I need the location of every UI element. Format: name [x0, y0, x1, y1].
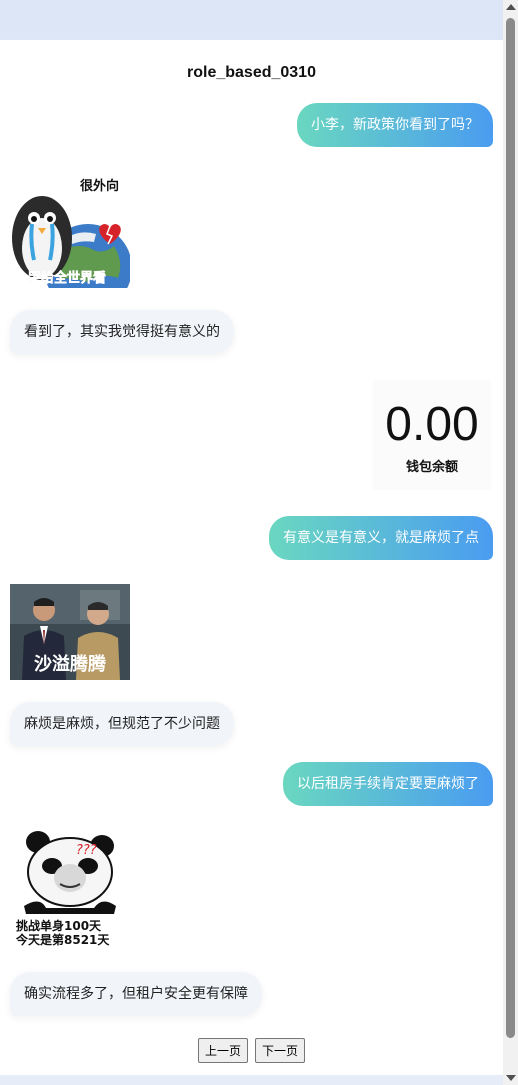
sticker-line-1: 挑战单身100天 [16, 918, 102, 933]
scroll-down-arrow-icon[interactable] [506, 1075, 516, 1081]
message-bubble-left: 麻烦是麻烦，但规范了不少问题 [10, 702, 234, 746]
message-bubble-right: 有意义是有意义，就是麻烦了点 [269, 516, 493, 560]
pagination: 上一页 下一页 [0, 1038, 503, 1063]
wallet-amount: 0.00 [385, 398, 479, 451]
message-bubble-right: 小李，新政策你看到了吗？ [297, 103, 493, 147]
prev-page-button[interactable]: 上一页 [197, 1038, 248, 1063]
scroll-up-arrow-icon[interactable] [506, 4, 516, 10]
sticker-caption-top: 很外向 [80, 178, 119, 194]
sticker-line-2: 今天是第8521天 [15, 932, 110, 946]
wallet-balance-card: 0.00 钱包余额 [373, 380, 491, 490]
message-bubble-left: 看到了，其实我觉得挺有意义的 [10, 310, 234, 354]
sticker-crying-penguin: 很外向 哭给全世界看 [10, 176, 130, 288]
chat-page: role_based_0310 小李，新政策你看到了吗？ 很外向 哭给全世界看 [0, 40, 503, 1075]
penguin-sticker-image: 很外向 哭给全世界看 [10, 176, 130, 288]
message-bubble-left: 确实流程多了，但租户安全更有保障 [10, 972, 262, 1016]
vertical-scrollbar[interactable] [503, 0, 518, 1085]
sticker-caption-bottom: 哭给全世界看 [27, 270, 106, 286]
sticker-panda-meme: ??? 挑战单身100天 今天是第8521天 [10, 828, 130, 946]
wallet-label: 钱包余额 [405, 460, 458, 475]
sticker-question-marks: ??? [76, 843, 97, 858]
movie-still-image: 沙溢腾腾 [10, 584, 130, 680]
scrollbar-thumb[interactable] [506, 18, 515, 1038]
panda-meme-image: ??? 挑战单身100天 今天是第8521天 [10, 828, 130, 946]
next-page-button[interactable]: 下一页 [255, 1038, 306, 1063]
sticker-movie-still: 沙溢腾腾 [10, 584, 130, 680]
chat-title: role_based_0310 [187, 64, 316, 81]
sticker-caption: 沙溢腾腾 [34, 653, 107, 675]
message-bubble-right: 以后租房手续肯定要更麻烦了 [283, 762, 493, 806]
